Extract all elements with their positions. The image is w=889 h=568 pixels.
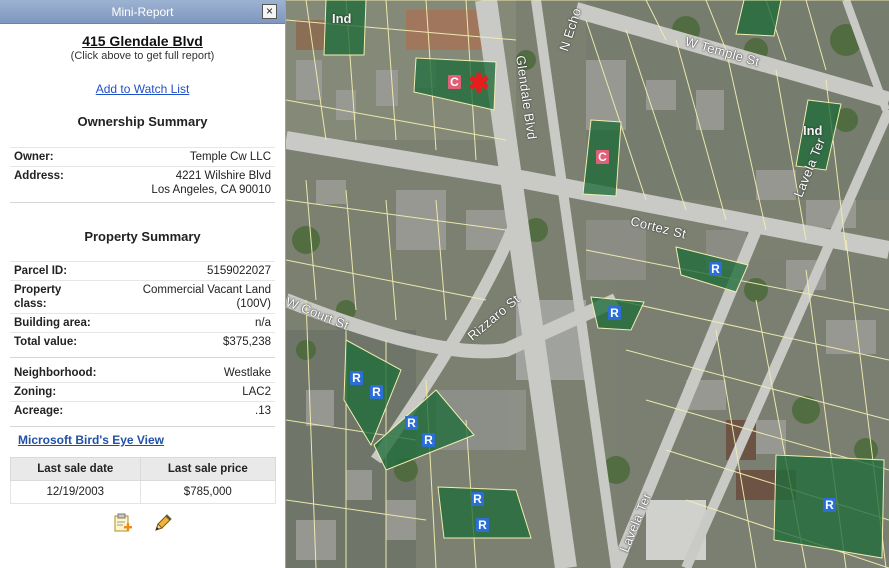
panel-toolbar <box>0 513 286 533</box>
divider <box>10 357 275 358</box>
property-class-row: Property class: Commercial Vacant Land (… <box>10 280 275 313</box>
zoning-row: Zoning: LAC2 <box>10 382 275 401</box>
zone-badge-r: R <box>471 492 484 506</box>
ownership-summary-title: Ownership Summary <box>77 114 208 129</box>
divider <box>10 202 275 203</box>
location-rows: Neighborhood: Westlake Zoning: LAC2 Acre… <box>10 364 275 420</box>
property-rows: Parcel ID: 5159022027 Property class: Co… <box>10 261 275 351</box>
neighborhood-value: Westlake <box>223 367 271 379</box>
acreage-row: Acreage: .13 <box>10 401 275 420</box>
total-value-row: Total value: $375,238 <box>10 332 275 351</box>
mini-report-panel: Mini-Report × 415 Glendale Blvd (Click a… <box>0 0 286 568</box>
parcel-id-label: Parcel ID: <box>14 265 68 277</box>
acreage-label: Acreage: <box>14 405 64 417</box>
full-report-hint: (Click above to get full report) <box>70 50 215 62</box>
zone-badge-c: C <box>448 75 461 89</box>
zone-badge-ind: Ind <box>332 11 352 26</box>
owner-address-label: Address: <box>14 170 64 182</box>
property-class-value: Commercial Vacant Land (100V) <box>142 284 271 310</box>
zone-badge-c: C <box>596 150 609 164</box>
zone-badge-r: R <box>370 385 383 399</box>
sale-date-cell: 12/19/2003 <box>10 480 141 504</box>
zone-badge-r: R <box>405 416 418 430</box>
property-summary-title: Property Summary <box>84 229 201 244</box>
zoning-label: Zoning: <box>14 386 57 398</box>
total-value-value: $375,238 <box>223 336 271 348</box>
sale-history-table: Last sale date Last sale price 12/19/200… <box>10 457 277 504</box>
divider <box>10 426 275 427</box>
map-view[interactable]: W Temple St Glendale Blvd N Echo Cortez … <box>286 0 889 568</box>
parcel-id-row: Parcel ID: 5159022027 <box>10 261 275 280</box>
edit-pencil-icon[interactable] <box>153 513 173 533</box>
sale-table-header-row: Last sale date Last sale price <box>10 457 277 481</box>
add-to-watch-list-link[interactable]: Add to Watch List <box>0 82 285 96</box>
owner-address-line1: 4221 Wilshire Blvd <box>175 170 271 182</box>
acreage-value: .13 <box>255 405 271 417</box>
sale-price-cell: $785,000 <box>139 480 277 504</box>
table-row: 12/19/2003 $785,000 <box>10 480 277 504</box>
selected-parcel-marker-icon[interactable]: ✱ <box>468 70 490 96</box>
close-button[interactable]: × <box>262 4 277 19</box>
add-note-icon[interactable] <box>113 513 133 533</box>
neighborhood-label: Neighborhood: <box>14 367 97 379</box>
neighborhood-row: Neighborhood: Westlake <box>10 364 275 382</box>
owner-address-value: 4221 Wilshire Blvd Los Angeles, CA 90010 <box>151 169 271 197</box>
total-value-label: Total value: <box>14 336 78 348</box>
zone-badge-r: R <box>476 518 489 532</box>
ownership-rows: Owner: Temple Cw LLC Address: 4221 Wilsh… <box>10 147 275 199</box>
building-area-value: n/a <box>255 317 271 329</box>
zoning-value: LAC2 <box>242 386 271 398</box>
parcel-id-value: 5159022027 <box>207 265 271 277</box>
owner-label: Owner: <box>14 151 54 163</box>
zone-badge-ind: Ind <box>803 123 823 138</box>
zone-badge-r: R <box>422 433 435 447</box>
zone-badge-r: R <box>709 262 722 276</box>
birds-eye-view-link[interactable]: Microsoft Bird's Eye View <box>18 433 285 447</box>
property-class-label: Property class: <box>14 284 62 310</box>
aerial-map-canvas[interactable] <box>286 0 889 568</box>
owner-address-line2: Los Angeles, CA 90010 <box>151 184 271 196</box>
sale-price-header: Last sale price <box>139 457 277 481</box>
zone-badge-r: R <box>823 498 836 512</box>
zone-badge-r: R <box>608 306 621 320</box>
panel-title: Mini-Report <box>111 5 174 19</box>
owner-address-row: Address: 4221 Wilshire Blvd Los Angeles,… <box>10 166 275 199</box>
panel-titlebar: Mini-Report × <box>0 0 285 24</box>
building-area-row: Building area: n/a <box>10 313 275 332</box>
owner-value: Temple Cw LLC <box>189 151 271 163</box>
building-area-label: Building area: <box>14 317 91 329</box>
zone-badge-r: R <box>350 371 363 385</box>
property-address-link[interactable]: 415 Glendale Blvd <box>0 33 285 49</box>
owner-row: Owner: Temple Cw LLC <box>10 147 275 166</box>
sale-date-header: Last sale date <box>10 457 141 481</box>
